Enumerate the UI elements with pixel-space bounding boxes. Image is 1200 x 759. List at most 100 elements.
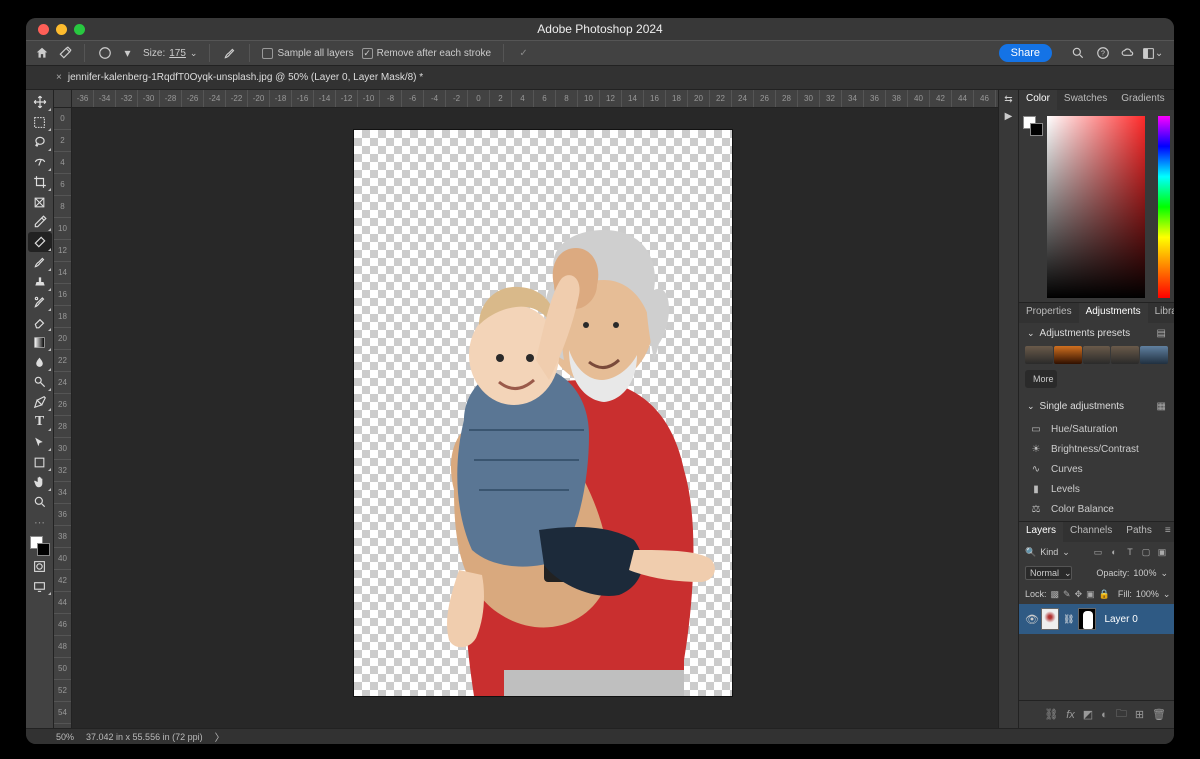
lock-position-icon[interactable]: ✥ bbox=[1075, 588, 1083, 600]
panel-strip-expand-icon[interactable]: ▶ bbox=[1005, 111, 1013, 122]
search-icon[interactable] bbox=[1070, 46, 1085, 61]
lock-artboard-icon[interactable]: ▣ bbox=[1086, 588, 1095, 600]
cloud-sync-icon[interactable] bbox=[1120, 46, 1135, 61]
brush-size-decrement-icon[interactable]: ▾ bbox=[120, 46, 135, 61]
adjustment-curves[interactable]: ∿Curves bbox=[1019, 459, 1174, 479]
tab-close-icon[interactable]: × bbox=[56, 72, 62, 83]
history-brush-tool[interactable] bbox=[28, 292, 52, 312]
brush-settings-icon[interactable] bbox=[222, 46, 237, 61]
delete-layer-icon[interactable]: 🗑 bbox=[1152, 708, 1166, 721]
document-info[interactable]: 37.042 in x 55.556 in (72 ppi) bbox=[86, 732, 203, 742]
filter-search-icon[interactable]: 🔍 bbox=[1025, 547, 1036, 558]
tab-layers[interactable]: Layers bbox=[1019, 522, 1063, 542]
hand-tool[interactable] bbox=[28, 472, 52, 492]
rectangle-tool[interactable] bbox=[28, 452, 52, 472]
blur-tool[interactable] bbox=[28, 352, 52, 372]
size-value[interactable]: 175 bbox=[169, 48, 186, 59]
fill-dropdown-icon[interactable]: ⌄ bbox=[1163, 589, 1171, 600]
filter-pixel-icon[interactable]: ▭ bbox=[1092, 546, 1104, 558]
color-panel-swatch[interactable] bbox=[1023, 116, 1043, 136]
dodge-tool[interactable] bbox=[28, 372, 52, 392]
gradient-tool[interactable] bbox=[28, 332, 52, 352]
remove-after-stroke-checkbox[interactable]: Remove after each stroke bbox=[362, 48, 492, 59]
lock-image-icon[interactable]: ✎ bbox=[1063, 588, 1071, 600]
adjustment-brightness-contrast[interactable]: ☀Brightness/Contrast bbox=[1019, 439, 1174, 459]
window-close-button[interactable] bbox=[38, 24, 49, 35]
link-layers-icon[interactable]: ⛓ bbox=[1044, 708, 1058, 721]
fill-value[interactable]: 100% bbox=[1136, 589, 1159, 599]
tab-paths[interactable]: Paths bbox=[1119, 522, 1159, 542]
brush-tool[interactable] bbox=[28, 252, 52, 272]
eyedropper-tool[interactable] bbox=[28, 212, 52, 232]
apply-icon[interactable]: ✓ bbox=[516, 46, 531, 61]
hue-slider[interactable] bbox=[1158, 116, 1170, 298]
tab-color[interactable]: Color bbox=[1019, 90, 1057, 110]
single-adjustments-header[interactable]: ⌄ Single adjustments ▦ bbox=[1019, 396, 1174, 417]
opacity-value[interactable]: 100% bbox=[1133, 568, 1156, 578]
filter-shape-icon[interactable]: ▢ bbox=[1140, 546, 1152, 558]
quick-selection-tool[interactable] bbox=[28, 152, 52, 172]
preset-thumb[interactable] bbox=[1140, 346, 1168, 364]
new-adjustment-layer-icon[interactable]: ◐ bbox=[1101, 709, 1108, 721]
panel-menu-icon[interactable]: ≡ bbox=[1159, 522, 1174, 542]
adjustment-color-balance[interactable]: ⚖Color Balance bbox=[1019, 499, 1174, 519]
lasso-tool[interactable] bbox=[28, 132, 52, 152]
edit-toolbar-icon[interactable]: ⋯ bbox=[28, 512, 52, 532]
filter-adjustment-icon[interactable]: ◐ bbox=[1108, 546, 1120, 558]
document-tab[interactable]: jennifer-kalenberg-1RqdfT0Oyqk-unsplash.… bbox=[68, 72, 423, 83]
ruler-origin[interactable] bbox=[54, 90, 72, 108]
grid-view-icon[interactable]: ▦ bbox=[1157, 401, 1166, 412]
brush-size-icon[interactable] bbox=[97, 46, 112, 61]
document-canvas[interactable] bbox=[354, 130, 732, 696]
layer-name[interactable]: Layer 0 bbox=[1104, 614, 1137, 625]
filter-smart-icon[interactable]: ▣ bbox=[1156, 546, 1168, 558]
preset-thumb[interactable] bbox=[1025, 346, 1053, 364]
add-mask-icon[interactable]: ◩ bbox=[1083, 708, 1093, 721]
color-field[interactable] bbox=[1047, 116, 1145, 298]
help-icon[interactable]: ? bbox=[1095, 46, 1110, 61]
kind-dropdown-icon[interactable]: ⌄ bbox=[1062, 547, 1070, 558]
move-tool[interactable] bbox=[28, 92, 52, 112]
preset-thumb[interactable] bbox=[1054, 346, 1082, 364]
adjustment-levels[interactable]: ▮Levels bbox=[1019, 479, 1174, 499]
tab-channels[interactable]: Channels bbox=[1063, 522, 1119, 542]
tab-properties[interactable]: Properties bbox=[1019, 303, 1079, 323]
marquee-tool[interactable] bbox=[28, 112, 52, 132]
horizontal-ruler[interactable]: -36-34-32-30-28-26-24-22-20-18-16-14-12-… bbox=[72, 90, 998, 108]
tab-patterns[interactable]: Patterns bbox=[1172, 90, 1174, 110]
clone-stamp-tool[interactable] bbox=[28, 272, 52, 292]
tab-adjustments[interactable]: Adjustments bbox=[1079, 303, 1148, 323]
presets-more-button[interactable]: More bbox=[1025, 370, 1057, 388]
tab-libraries[interactable]: Libraries bbox=[1148, 303, 1174, 323]
panel-strip-handle-icon[interactable]: ⇆ bbox=[1004, 94, 1012, 105]
preset-thumb[interactable] bbox=[1111, 346, 1139, 364]
filter-type-icon[interactable]: T bbox=[1124, 546, 1136, 558]
layer-style-icon[interactable]: fx bbox=[1066, 709, 1075, 721]
crop-tool[interactable] bbox=[28, 172, 52, 192]
layer-link-icon[interactable]: ⛓ bbox=[1063, 614, 1074, 625]
lock-transparency-icon[interactable]: ▩ bbox=[1051, 588, 1060, 600]
lock-all-icon[interactable]: 🔒 bbox=[1099, 588, 1110, 600]
adjustment-hue-saturation[interactable]: ▭Hue/Saturation bbox=[1019, 419, 1174, 439]
size-dropdown-icon[interactable]: ⌄ bbox=[190, 48, 198, 59]
spot-healing-tool-icon[interactable] bbox=[57, 46, 72, 61]
layer-row[interactable]: 👁 ⛓ Layer 0 bbox=[1019, 604, 1174, 634]
screen-mode-icon[interactable] bbox=[28, 576, 52, 596]
tab-swatches[interactable]: Swatches bbox=[1057, 90, 1114, 110]
vertical-ruler[interactable]: 0246810121416182022242628303234363840424… bbox=[54, 108, 72, 728]
type-tool[interactable]: T bbox=[28, 412, 52, 432]
quick-mask-icon[interactable] bbox=[28, 556, 52, 576]
eraser-tool[interactable] bbox=[28, 312, 52, 332]
window-maximize-button[interactable] bbox=[74, 24, 85, 35]
frame-tool[interactable] bbox=[28, 192, 52, 212]
foreground-background-swatch[interactable] bbox=[30, 536, 50, 556]
sample-all-layers-checkbox[interactable]: Sample all layers bbox=[262, 48, 353, 59]
layer-visibility-icon[interactable]: 👁 bbox=[1025, 613, 1037, 626]
new-layer-icon[interactable]: ⊞ bbox=[1135, 708, 1144, 721]
layer-thumbnail[interactable] bbox=[1041, 608, 1059, 630]
opacity-dropdown-icon[interactable]: ⌄ bbox=[1160, 568, 1168, 579]
tab-gradients[interactable]: Gradients bbox=[1114, 90, 1171, 110]
spot-healing-brush-tool[interactable] bbox=[28, 232, 52, 252]
preset-thumb[interactable] bbox=[1083, 346, 1111, 364]
share-button[interactable]: Share bbox=[999, 44, 1052, 62]
